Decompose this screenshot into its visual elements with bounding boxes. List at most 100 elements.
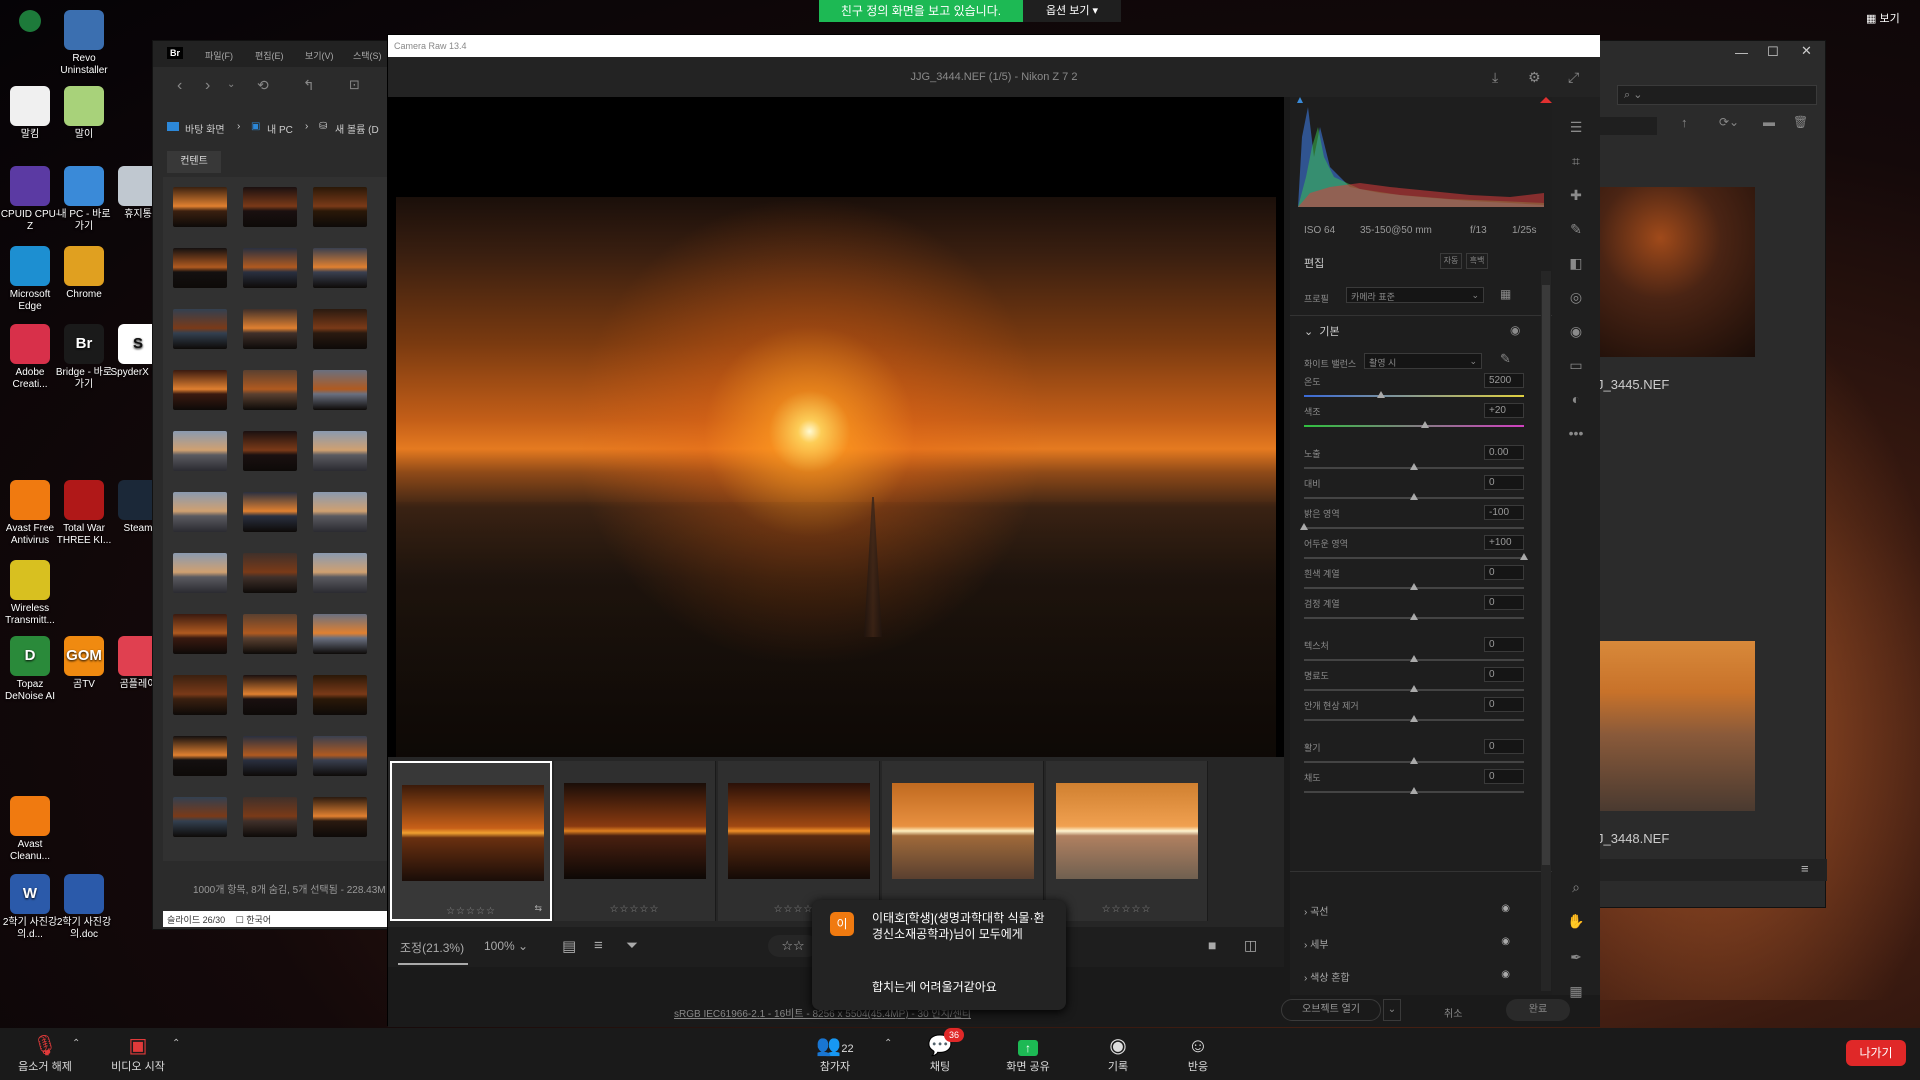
menu-stack[interactable]: 스택(S) [353, 49, 382, 62]
auto-button[interactable]: 자동 [1440, 253, 1462, 269]
adjustment-slider[interactable]: 온도 5200 [1304, 373, 1524, 403]
menu-icon[interactable]: ≡ [1801, 861, 1809, 876]
slider-handle[interactable] [1410, 655, 1418, 662]
desktop-icon[interactable]: Adobe Creati... [0, 324, 60, 391]
chevron-down-icon[interactable]: ⌄ [1383, 999, 1401, 1021]
adjustment-slider[interactable]: 색조 +20 [1304, 403, 1524, 433]
gear-icon[interactable]: ⚙ [1528, 57, 1541, 97]
adjustment-slider[interactable]: 안개 현상 제거 0 [1304, 697, 1524, 727]
slider-handle[interactable] [1410, 583, 1418, 590]
profile-browser-icon[interactable]: ▦ [1500, 287, 1511, 301]
adjustment-slider[interactable]: 활기 0 [1304, 739, 1524, 769]
eyedropper-icon[interactable]: ✎ [1500, 351, 1511, 367]
reactions-button[interactable]: ☺ 반응 [1158, 1034, 1238, 1074]
bridge-thumbnail[interactable] [313, 248, 367, 288]
more-icon[interactable]: ••• [1566, 423, 1586, 443]
up-icon[interactable]: ↑ [1681, 115, 1688, 130]
adjustment-slider[interactable]: 노출 0.00 [1304, 445, 1524, 475]
adjustment-slider[interactable]: 명료도 0 [1304, 667, 1524, 697]
desktop-icon[interactable]: 2학기 사진강의.doc [54, 874, 114, 941]
filmstrip-item[interactable]: ☆☆☆☆☆ [554, 761, 716, 921]
done-button[interactable]: 완료 [1506, 999, 1570, 1021]
desktop-icon[interactable]: GOM 곰TV [54, 636, 114, 691]
cancel-button[interactable]: 취소 [1444, 1005, 1462, 1020]
bridge-thumbnail[interactable] [243, 736, 297, 776]
snapshots-icon[interactable]: ▭ [1566, 355, 1586, 375]
slider-value-input[interactable]: 0 [1484, 595, 1524, 610]
slider-handle[interactable] [1300, 523, 1308, 530]
bridge-thumbnail[interactable] [243, 309, 297, 349]
healing-icon[interactable]: ✚ [1566, 185, 1586, 205]
bridge-thumbnail[interactable] [173, 187, 227, 227]
desktop-icon[interactable]: Chrome [54, 246, 114, 301]
desktop-icon[interactable]: Total War THREE KI... [54, 480, 114, 547]
bridge-thumbnail[interactable] [173, 370, 227, 410]
zoom-select[interactable]: 100% ⌄ [484, 939, 528, 953]
bridge-thumbnail[interactable] [243, 370, 297, 410]
bridge-thumbnail[interactable] [173, 675, 227, 715]
record-button[interactable]: ◉ 기록 [1078, 1034, 1158, 1074]
bridge-thumbnail[interactable] [173, 797, 227, 837]
history-icon[interactable]: ⟲ [257, 77, 269, 94]
minimize-icon[interactable]: — [1735, 45, 1748, 60]
bridge-thumbnail[interactable] [313, 431, 367, 471]
search-input[interactable]: ⌕ ⌄ [1617, 85, 1817, 105]
panel-section-toggle[interactable]: › 세부 ◉ [1304, 936, 1524, 956]
edit-sliders-icon[interactable]: ☰ [1566, 117, 1586, 137]
slider-value-input[interactable]: -100 [1484, 505, 1524, 520]
slider-handle[interactable] [1410, 463, 1418, 470]
wb-select[interactable]: 촬영 시 ⌄ [1364, 353, 1482, 369]
filter-dropdown[interactable] [1597, 117, 1657, 135]
chevron-up-icon[interactable]: ⌃ [884, 1038, 892, 1049]
bridge-thumbnail[interactable] [313, 614, 367, 654]
single-view-icon[interactable]: ■ [1208, 937, 1216, 953]
slider-handle[interactable] [1520, 553, 1528, 560]
filter-icon[interactable]: ⏷ [626, 937, 638, 954]
leave-button[interactable]: 나가기 [1846, 1040, 1906, 1066]
bridge-thumbnail[interactable] [243, 431, 297, 471]
share-screen-button[interactable]: ↑ 화면 공유 [988, 1034, 1068, 1074]
zoom-fit[interactable]: 조정(21.3%) [400, 939, 464, 956]
bw-button[interactable]: 흑백 [1466, 253, 1488, 269]
trash-icon[interactable]: 🗑 [1793, 115, 1808, 129]
bridge-thumbnail[interactable] [313, 370, 367, 410]
bridge-thumbnail[interactable] [313, 309, 367, 349]
slider-value-input[interactable]: 0.00 [1484, 445, 1524, 460]
rating-filter-icon[interactable]: ☆☆ [768, 935, 818, 957]
desktop-icon[interactable]: Microsoft Edge [0, 246, 60, 313]
content-tab[interactable]: 컨텐트 [167, 151, 221, 173]
desktop-icon[interactable]: CPUID CPU-Z [0, 166, 60, 233]
redeye-icon[interactable]: ◉ [1566, 321, 1586, 341]
participants-button[interactable]: 👥22 참가자 [795, 1034, 875, 1074]
brush-icon[interactable]: ✎ [1566, 219, 1586, 239]
presets-icon[interactable]: ◐ [1566, 389, 1586, 409]
bridge-thumbnail[interactable] [243, 797, 297, 837]
slider-track[interactable] [1304, 425, 1524, 427]
adjustment-slider[interactable]: 흰색 계열 0 [1304, 565, 1524, 595]
radial-filter-icon[interactable]: ◎ [1566, 287, 1586, 307]
scrollbar-thumb[interactable] [1542, 285, 1550, 865]
menu-file[interactable]: 파일(F) [205, 49, 233, 62]
chevron-up-icon[interactable]: ⌃ [172, 1038, 180, 1049]
crop-icon[interactable]: ⌗ [1566, 151, 1586, 171]
file-name-2[interactable]: J_3448.NEF [1597, 831, 1669, 846]
view-options-button[interactable]: 옵션 보기 ▾ [1023, 0, 1121, 22]
filmstrip-item[interactable]: ☆☆☆☆☆ [882, 761, 1044, 921]
slider-value-input[interactable]: 0 [1484, 637, 1524, 652]
basic-section-toggle[interactable]: ⌄ 기본 [1304, 323, 1340, 339]
slider-track[interactable] [1304, 527, 1524, 529]
maximize-icon[interactable]: ☐ [1767, 44, 1779, 60]
bridge-thumbnail[interactable] [173, 248, 227, 288]
filmstrip-item[interactable]: ☆☆☆☆☆ [1046, 761, 1208, 921]
bridge-thumbnail[interactable] [313, 675, 367, 715]
gradient-icon[interactable]: ◧ [1566, 253, 1586, 273]
slider-value-input[interactable]: 0 [1484, 739, 1524, 754]
slider-value-input[interactable]: 0 [1484, 697, 1524, 712]
bridge-thumbnail[interactable] [173, 431, 227, 471]
bridge-thumbnail[interactable] [243, 492, 297, 532]
close-icon[interactable]: ✕ [1801, 43, 1812, 59]
slider-value-input[interactable]: 0 [1484, 667, 1524, 682]
sort-icon[interactable]: ≡ [594, 937, 603, 954]
bridge-thumbnail[interactable] [313, 736, 367, 776]
desktop-icon[interactable]: Avast Cleanu... [0, 796, 60, 863]
